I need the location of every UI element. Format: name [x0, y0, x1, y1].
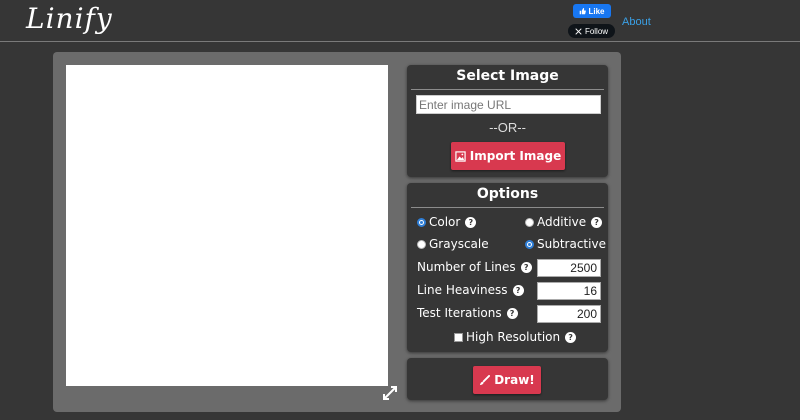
about-link[interactable]: About — [622, 16, 651, 28]
draw-label: Draw! — [494, 373, 535, 387]
test-iterations-input[interactable]: 200 — [537, 305, 601, 323]
or-separator: --OR-- — [489, 120, 526, 135]
expand-icon[interactable] — [382, 385, 398, 401]
subtractive-radio-option[interactable]: Subtractive — [525, 237, 606, 251]
draw-card: Draw! — [407, 358, 608, 400]
import-image-label: Import Image — [469, 149, 562, 163]
test-iterations-label: Test Iterations — [417, 306, 502, 320]
divider — [411, 207, 604, 208]
options-card: Options Color ? Additive ? Grayscale Sub… — [407, 183, 608, 352]
number-of-lines-row: Number of Lines ? — [417, 260, 532, 274]
additive-label: Additive — [537, 215, 587, 229]
high-resolution-label: High Resolution — [466, 330, 561, 344]
x-logo-icon — [575, 27, 582, 35]
header-bar: Linify Like Follow About — [0, 0, 800, 42]
facebook-like-label: Like — [588, 6, 605, 16]
number-of-lines-label: Number of Lines — [417, 260, 516, 274]
help-icon[interactable]: ? — [520, 261, 532, 273]
subtractive-label: Subtractive — [537, 237, 606, 251]
divider — [411, 89, 604, 90]
line-heaviness-row: Line Heaviness ? — [417, 283, 524, 297]
import-image-button[interactable]: Import Image — [451, 142, 565, 170]
drawing-canvas[interactable] — [66, 65, 388, 386]
high-resolution-option[interactable]: High Resolution ? — [454, 330, 577, 344]
color-label: Color — [429, 215, 461, 229]
help-icon[interactable]: ? — [465, 216, 477, 228]
thumbs-up-icon — [580, 7, 587, 14]
additive-radio[interactable] — [525, 217, 534, 227]
grayscale-radio[interactable] — [417, 239, 426, 249]
select-image-card: Select Image --OR-- Import Image — [407, 65, 608, 177]
brush-icon — [480, 374, 491, 385]
high-resolution-checkbox[interactable] — [454, 332, 463, 342]
x-follow-button[interactable]: Follow — [568, 24, 615, 38]
image-icon — [455, 150, 466, 162]
number-of-lines-input[interactable]: 2500 — [537, 259, 601, 277]
help-icon[interactable]: ? — [512, 284, 524, 296]
test-iterations-row: Test Iterations ? — [417, 306, 518, 320]
help-icon[interactable]: ? — [565, 331, 577, 343]
help-icon[interactable]: ? — [506, 307, 518, 319]
draw-button[interactable]: Draw! — [473, 366, 541, 394]
additive-radio-option[interactable]: Additive ? — [525, 215, 603, 229]
subtractive-radio[interactable] — [525, 239, 534, 249]
image-url-input[interactable] — [416, 95, 601, 114]
facebook-like-button[interactable]: Like — [573, 4, 611, 18]
grayscale-radio-option[interactable]: Grayscale — [417, 237, 489, 251]
color-radio-option[interactable]: Color ? — [417, 215, 477, 229]
line-heaviness-input[interactable]: 16 — [537, 282, 601, 300]
select-image-title: Select Image — [456, 68, 559, 84]
grayscale-label: Grayscale — [429, 237, 489, 251]
line-heaviness-label: Line Heaviness — [417, 283, 508, 297]
site-logo[interactable]: Linify — [26, 2, 113, 35]
x-follow-label: Follow — [584, 26, 609, 36]
help-icon[interactable]: ? — [591, 216, 603, 228]
options-title: Options — [476, 186, 539, 202]
color-radio[interactable] — [417, 217, 426, 227]
